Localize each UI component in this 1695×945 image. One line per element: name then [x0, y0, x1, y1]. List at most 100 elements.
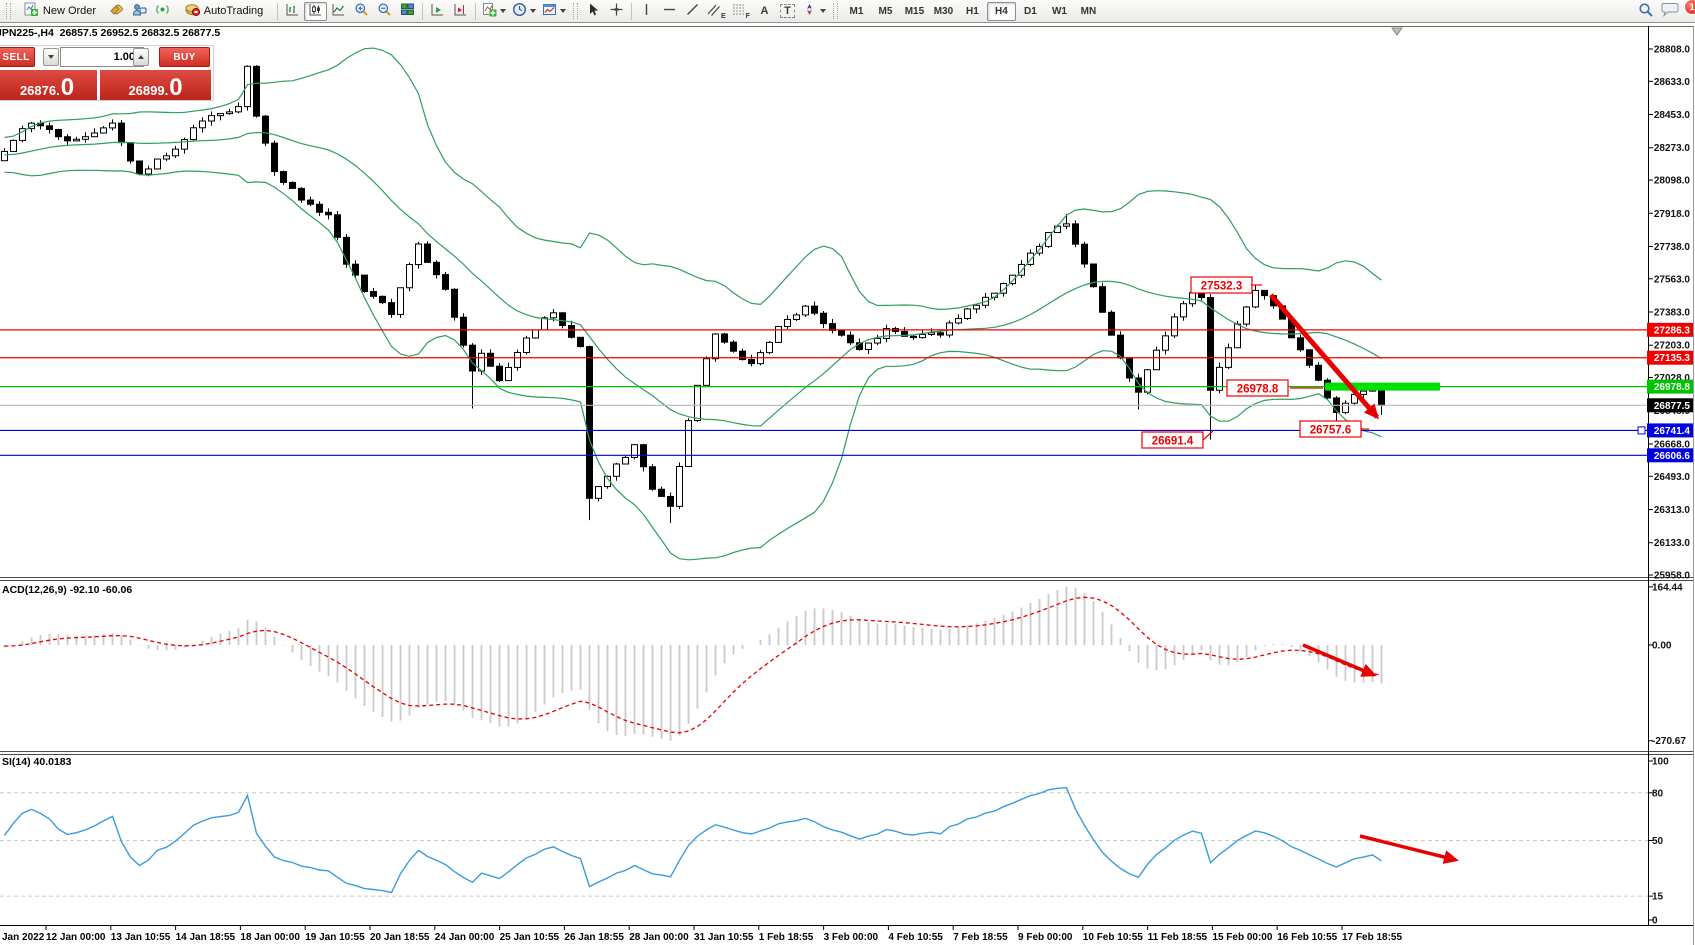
svg-text:50: 50 — [1652, 836, 1664, 847]
sell-button[interactable]: SELL — [0, 47, 35, 67]
tile-windows-button[interactable] — [396, 2, 419, 21]
chart-shift-icon — [453, 2, 468, 20]
sell-price[interactable]: 26876.0 — [0, 70, 97, 100]
autotrading-button[interactable]: AutoTrading — [174, 2, 274, 21]
templates-button[interactable] — [539, 2, 569, 21]
svg-text:9 Feb 00:00: 9 Feb 00:00 — [1018, 932, 1073, 943]
green-highlight-bar[interactable] — [1325, 383, 1440, 391]
community-button[interactable] — [128, 2, 151, 21]
timeframe-M5[interactable]: M5 — [871, 2, 900, 21]
chart-canvas[interactable]: 28808.028633.028453.028273.028098.027918… — [0, 0, 1695, 945]
trendline-button[interactable] — [681, 2, 704, 21]
fibonacci-icon — [732, 2, 745, 20]
svg-text:15 Feb 00:00: 15 Feb 00:00 — [1212, 932, 1272, 943]
svg-text:100: 100 — [1652, 757, 1669, 768]
rsi-panel[interactable]: 1008050150 — [0, 757, 1669, 927]
macd-panel[interactable]: 164.440.00-270.67 — [5, 582, 1687, 747]
svg-text:13 Jan 10:55: 13 Jan 10:55 — [111, 932, 171, 943]
svg-text:27738.0: 27738.0 — [1654, 242, 1691, 253]
buy-button[interactable]: BUY — [159, 47, 210, 67]
chart-shift-button[interactable] — [449, 2, 472, 21]
svg-text:28633.0: 28633.0 — [1654, 77, 1691, 88]
arrows-icon — [802, 2, 817, 20]
svg-text:17 Feb 18:55: 17 Feb 18:55 — [1342, 932, 1402, 943]
svg-text:10 Feb 10:55: 10 Feb 10:55 — [1083, 932, 1143, 943]
timeframe-M1[interactable]: M1 — [842, 2, 871, 21]
timeframe-MN[interactable]: MN — [1074, 2, 1103, 21]
svg-text:26133.0: 26133.0 — [1654, 538, 1691, 549]
horizontal-line-button[interactable] — [658, 2, 681, 21]
tile-windows-icon — [400, 2, 415, 20]
notifications-button[interactable]: 1 — [1657, 2, 1683, 21]
toolbar-grip[interactable] — [573, 3, 578, 19]
svg-text:26877.5: 26877.5 — [1654, 401, 1691, 412]
dropdown-caret-icon — [530, 9, 536, 13]
candlestick-mode-button[interactable] — [304, 2, 327, 21]
toolbar-grip[interactable] — [833, 3, 838, 19]
timeframe-H4[interactable]: H4 — [987, 2, 1016, 21]
buy-price[interactable]: 26899.0 — [100, 70, 211, 100]
svg-text:4 Feb 10:55: 4 Feb 10:55 — [888, 932, 943, 943]
price-axis[interactable]: 28808.028633.028453.028273.028098.027918… — [1647, 45, 1693, 582]
main-toolbar: New Order AutoTrading E F A T M1M5M15M30… — [0, 0, 1695, 23]
svg-text:1 Feb 18:55: 1 Feb 18:55 — [759, 932, 814, 943]
zoom-out-button[interactable] — [373, 2, 396, 21]
timeframe-M15[interactable]: M15 — [900, 2, 929, 21]
dropdown-caret-icon — [500, 9, 506, 13]
auto-scroll-icon — [430, 2, 445, 20]
timeframe-H1[interactable]: H1 — [958, 2, 987, 21]
zoom-in-button[interactable] — [350, 2, 373, 21]
line-chart-mode-button[interactable] — [327, 2, 350, 21]
one-click-trading-panel: SELL BUY 26876.0 26899.0 — [0, 45, 214, 101]
indicators-button[interactable] — [479, 2, 509, 21]
dropdown-caret-icon — [560, 9, 566, 13]
text-label-button[interactable]: T — [776, 2, 799, 21]
templates-icon — [542, 2, 557, 20]
svg-text:26313.0: 26313.0 — [1654, 505, 1691, 516]
volume-increase-button[interactable] — [133, 48, 149, 66]
auto-scroll-button[interactable] — [426, 2, 449, 21]
text-label-icon: T — [780, 4, 795, 18]
svg-text:27563.0: 27563.0 — [1654, 274, 1691, 285]
fibonacci-button[interactable]: F — [729, 2, 753, 21]
candlestick-series[interactable] — [2, 65, 1385, 523]
crosshair-button[interactable] — [605, 2, 628, 21]
svg-text:26493.0: 26493.0 — [1654, 472, 1691, 483]
svg-text:27532.3: 27532.3 — [1201, 281, 1243, 293]
svg-text:25 Jan 10:55: 25 Jan 10:55 — [500, 932, 560, 943]
volume-input[interactable] — [60, 47, 144, 67]
svg-text:0.00: 0.00 — [1652, 641, 1672, 652]
vertical-line-button[interactable] — [635, 2, 658, 21]
svg-text:28453.0: 28453.0 — [1654, 110, 1691, 121]
bar-chart-mode-button[interactable] — [281, 2, 304, 21]
svg-text:27135.3: 27135.3 — [1654, 353, 1691, 364]
svg-text:80: 80 — [1652, 788, 1664, 799]
arrows-button[interactable] — [799, 2, 829, 21]
timeframe-M30[interactable]: M30 — [929, 2, 958, 21]
autotrading-label: AutoTrading — [204, 5, 264, 17]
periods-button[interactable] — [509, 2, 539, 21]
svg-text:Jan 2022: Jan 2022 — [2, 932, 45, 943]
volume-decrease-button[interactable] — [43, 48, 59, 66]
community-icon — [132, 2, 147, 20]
svg-text:26978.8: 26978.8 — [1654, 382, 1691, 393]
text-button[interactable]: A — [753, 2, 776, 21]
svg-text:0: 0 — [1652, 916, 1658, 927]
timeframe-W1[interactable]: W1 — [1045, 2, 1074, 21]
time-axis[interactable]: Jan 202212 Jan 00:0013 Jan 10:5514 Jan 1… — [2, 926, 1402, 943]
svg-text:26606.6: 26606.6 — [1654, 451, 1691, 462]
toolbar-grip[interactable] — [6, 3, 11, 19]
search-icon — [1638, 2, 1654, 21]
equidistant-channel-button[interactable]: E — [704, 2, 729, 21]
fibo-letter: F — [746, 13, 750, 20]
cursor-button[interactable] — [582, 2, 605, 21]
svg-text:27918.0: 27918.0 — [1654, 209, 1691, 220]
new-order-button[interactable]: New Order — [15, 2, 105, 21]
svg-text:20 Jan 18:55: 20 Jan 18:55 — [370, 932, 430, 943]
wallet-button[interactable] — [105, 2, 128, 21]
horizontal-line-objects[interactable] — [0, 330, 1648, 455]
timeframe-D1[interactable]: D1 — [1016, 2, 1045, 21]
search-button[interactable] — [1634, 2, 1657, 21]
signals-button[interactable] — [151, 2, 174, 21]
chat-bubble-icon — [1660, 2, 1680, 21]
